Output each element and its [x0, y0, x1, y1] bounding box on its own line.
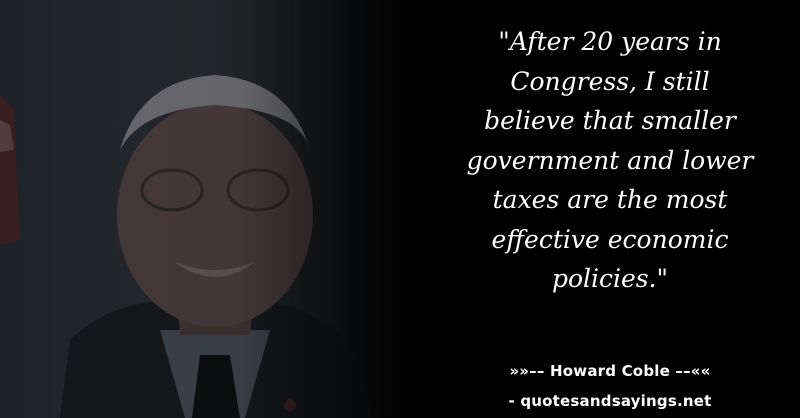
portrait-photo	[0, 0, 440, 418]
quote-text: "After 20 years in Congress, I still bel…	[466, 27, 754, 293]
photo-fade-overlay	[0, 0, 440, 418]
quote-card: "After 20 years in Congress, I still bel…	[0, 0, 800, 418]
source-attribution: - quotesandsayings.net	[508, 392, 712, 410]
author-attribution: »»–– Howard Coble ––««	[509, 362, 711, 380]
